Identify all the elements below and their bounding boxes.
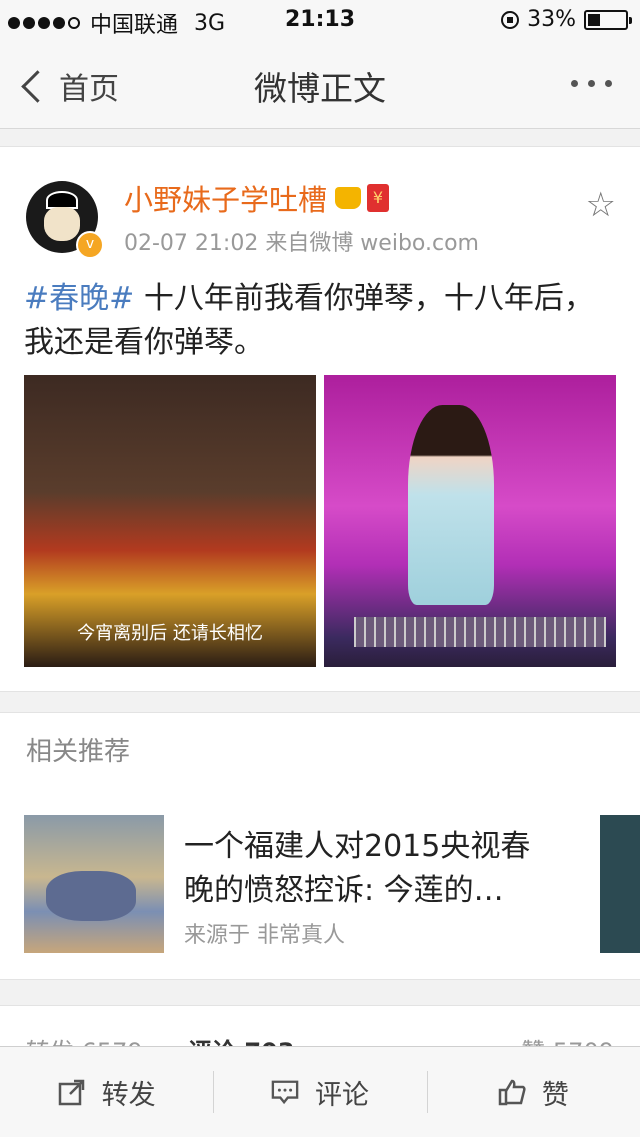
repost-button[interactable]: 转发: [0, 1047, 213, 1137]
related-thumbnail-next: [600, 815, 640, 953]
hashtag-link[interactable]: #春晚#: [24, 281, 134, 316]
related-source: 来源于 非常真人: [184, 923, 345, 948]
like-label: 赞: [541, 1079, 569, 1111]
post-image-1[interactable]: 今宵离别后 还请长相忆: [24, 375, 316, 667]
image-subtitle: 今宵离别后 还请长相忆: [77, 623, 263, 644]
related-thumbnail: [24, 815, 164, 953]
repost-label: 转发: [101, 1079, 156, 1111]
username: 小野妹子学吐槽: [124, 183, 328, 217]
verified-badge-icon: v: [76, 231, 104, 259]
share-icon: [58, 1078, 86, 1106]
like-button[interactable]: 赞: [426, 1047, 640, 1137]
more-dots-icon: [571, 80, 578, 87]
post-meta: 02-07 21:02 来自微博 weibo.com: [124, 231, 479, 256]
status-right: 33%: [501, 7, 632, 32]
comment-icon: [271, 1078, 299, 1106]
avatar-face: [44, 207, 80, 241]
member-crown-icon: [335, 187, 362, 209]
guzheng-instrument: [354, 617, 606, 647]
more-options-button[interactable]: [571, 80, 612, 87]
post-author[interactable]: 小野妹子学吐槽 ¥: [124, 177, 390, 219]
performer-figure: [408, 405, 494, 605]
battery-icon: [584, 9, 632, 30]
related-label: 相关推荐: [26, 737, 131, 767]
battery-percent: 33%: [527, 7, 576, 32]
comment-label: 评论: [314, 1079, 369, 1111]
comment-button[interactable]: 评论: [213, 1047, 426, 1137]
rotation-lock-icon: [501, 10, 520, 29]
post-text: #春晚# 十八年前我看你弹琴，十八年后，我还是看你弹琴。: [24, 277, 620, 365]
related-title: 一个福建人对2015央视春晚的愤怒控诉: 今莲的…: [184, 829, 531, 908]
favorite-star-icon[interactable]: ☆: [586, 185, 616, 225]
bottom-toolbar: 转发 评论 赞: [0, 1046, 640, 1137]
thumbs-up-icon: [498, 1078, 526, 1106]
related-header: 相关推荐: [0, 712, 640, 788]
post-image-2[interactable]: [324, 375, 616, 667]
red-packet-icon: ¥: [367, 184, 390, 212]
related-item[interactable]: 一个福建人对2015央视春晚的愤怒控诉: 今莲的… 来源于 非常真人: [0, 787, 640, 980]
cartoon-figure: [46, 871, 136, 921]
status-bar: 中国联通 3G 21:13 33%: [0, 0, 640, 40]
page-title: 微博正文: [254, 69, 386, 108]
battery-fill: [588, 13, 600, 26]
navigation-bar: 首页 微博正文: [0, 40, 640, 129]
post-card: v 小野妹子学吐槽 ¥ 02-07 21:02 来自微博 weibo.com ☆…: [0, 146, 640, 692]
